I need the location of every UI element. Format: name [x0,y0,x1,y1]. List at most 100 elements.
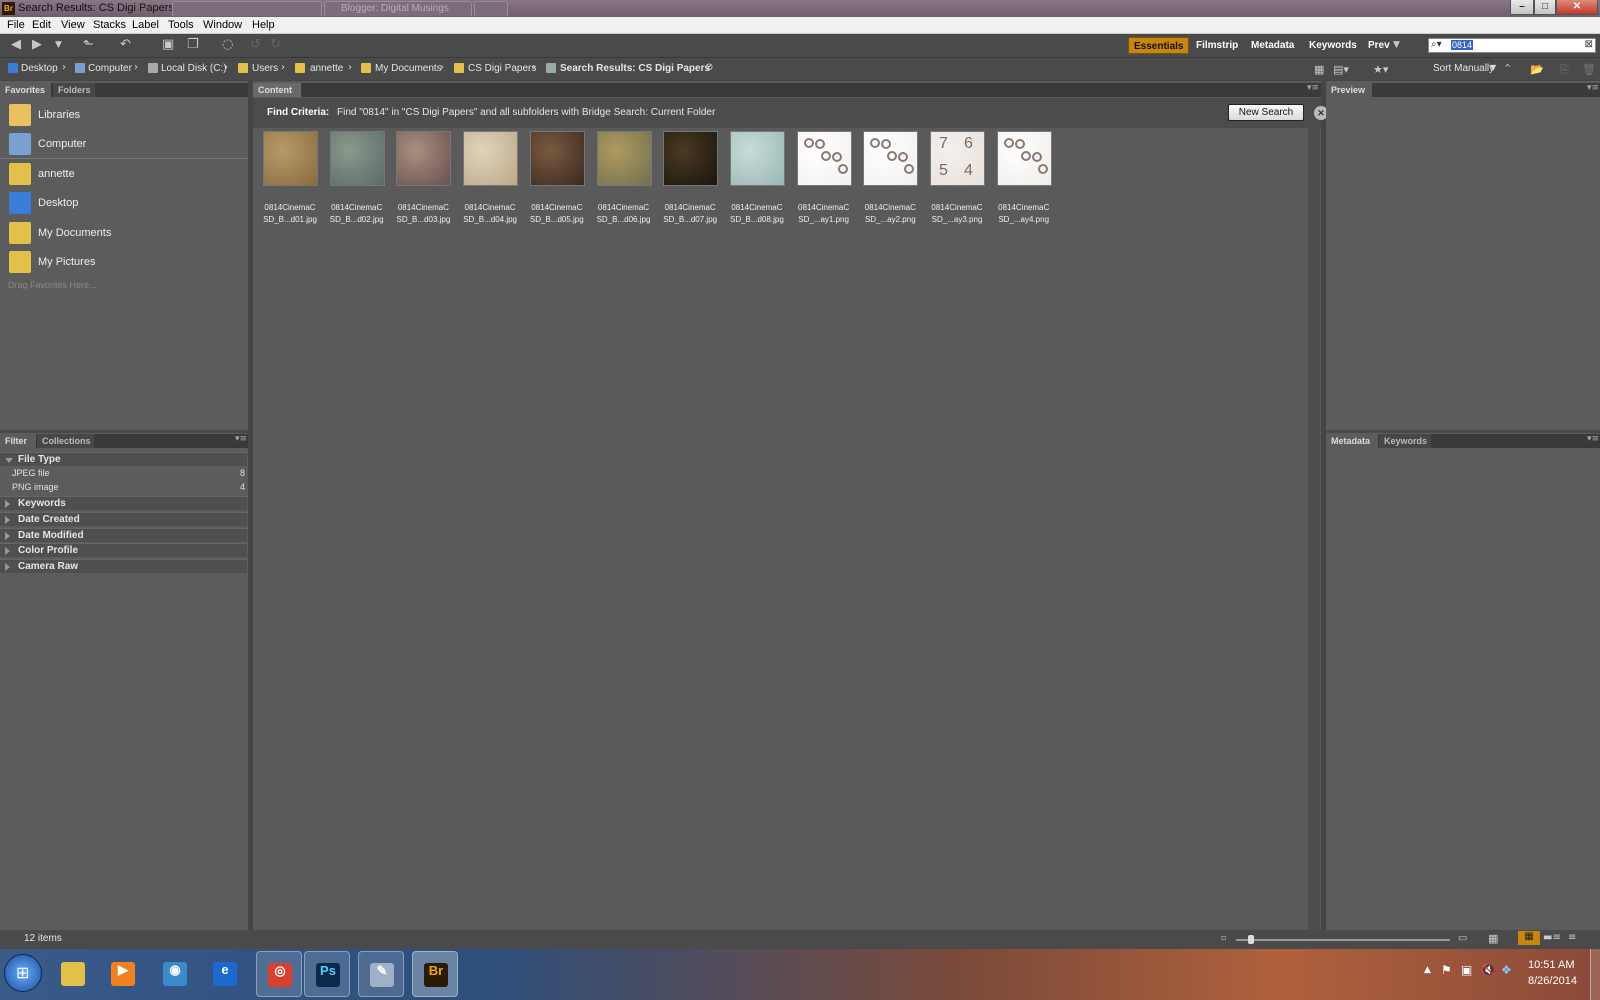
taskbar-browser-alt[interactable]: ◉ [152,951,198,997]
panel-splitter[interactable] [1326,430,1600,433]
cancel-search-icon[interactable]: ⊘ [705,62,713,73]
thumbnail[interactable] [796,131,852,186]
taskbar-chrome[interactable]: ◎ [256,951,302,997]
tab-preview[interactable]: Preview [1326,83,1372,97]
show-desktop-button[interactable] [1590,949,1600,1000]
favorite-item[interactable]: Libraries [0,101,247,130]
breadcrumb-separator-icon[interactable]: › [532,62,536,73]
thumbnail[interactable] [729,131,785,186]
filter-section[interactable]: Date Created [0,511,247,526]
breadcrumb-annette[interactable]: annette [310,63,343,74]
search-input[interactable]: ⌕▾ 0814 ⊠ [1428,38,1596,53]
thumbnail-view-icon[interactable]: ▦ [1518,931,1540,945]
tab-keywords[interactable]: Keywords [1379,434,1431,448]
taskbar-explorer[interactable] [50,951,96,997]
favorite-item[interactable]: Computer [0,130,247,159]
workspace-keywords[interactable]: Keywords [1304,37,1360,54]
thumbnail-quality-icon[interactable]: ▦ [1314,62,1324,78]
filter-section[interactable]: Color Profile [0,543,247,558]
refine-icon[interactable]: ❐ [187,37,199,53]
taskbar-media[interactable]: ▶ [100,951,146,997]
rotate-right-icon[interactable]: ↻ [270,37,281,53]
history-dropdown-icon[interactable]: ▼ [55,37,62,53]
tab-favorites[interactable]: Favorites [0,83,51,97]
lock-grid-icon[interactable]: ▦ [1488,932,1498,945]
breadcrumb-computer[interactable]: Computer [88,63,132,74]
rotate-left-icon[interactable]: ↺ [250,37,261,53]
new-folder-icon[interactable]: ⎘ [1560,62,1569,78]
tab-folders[interactable]: Folders [53,83,95,97]
panel-menu-icon[interactable]: ▾≡ [1587,83,1599,93]
star-filter-icon[interactable]: ★▾ [1373,62,1388,78]
back-arrow-icon[interactable]: ◀ [11,37,21,53]
tab-filter[interactable]: Filter [0,434,36,448]
go-parent-icon[interactable]: ⬑ [83,37,94,53]
breadcrumb-separator-icon[interactable]: › [224,62,228,73]
filter-section-file-type[interactable]: File Type [0,452,247,466]
clock-time[interactable]: 10:51 AM [1528,959,1574,971]
return-to-photoshop-icon[interactable]: ↶ [120,37,131,53]
taskbar-photoshop[interactable]: Ps [304,951,350,997]
clear-search-icon[interactable]: ⊠ [1585,39,1593,50]
breadcrumb-users[interactable]: Users [252,63,278,74]
thumbnail[interactable] [263,131,318,186]
breadcrumb-local-disk[interactable]: Local Disk (C:) [161,63,227,74]
workspace-essentials[interactable]: Essentials [1128,37,1189,54]
tab-metadata[interactable]: Metadata [1326,434,1378,448]
menu-tools[interactable]: Tools [168,19,194,31]
breadcrumb-separator-icon[interactable]: › [62,62,66,73]
workspace-filmstrip[interactable]: Filmstrip [1191,37,1245,54]
menu-file[interactable]: File [7,19,25,31]
view-options-icon[interactable]: ▤▾ [1333,62,1349,78]
background-tab-1[interactable] [172,1,322,16]
filter-section[interactable]: Keywords [0,496,247,510]
background-tab-3[interactable] [474,1,508,16]
close-window-button[interactable]: ✕ [1556,0,1598,15]
list-view-icon[interactable]: ≡ [1568,932,1576,943]
thumbnail[interactable] [863,131,919,186]
thumbnail[interactable] [329,131,385,186]
workspace-dropdown-icon[interactable]: ▼ [1393,37,1400,53]
start-button[interactable]: ⊞ [4,954,42,992]
thumbnail[interactable] [463,131,519,186]
open-in-camera-raw-icon[interactable]: ◌ [222,37,233,53]
filter-row-jpeg[interactable]: JPEG file 8 [0,467,247,481]
breadcrumb-my-documents[interactable]: My Documents [375,63,442,74]
taskbar-paint[interactable]: ✎ [358,951,404,997]
breadcrumb-separator-icon[interactable]: › [348,62,352,73]
breadcrumb-cs-digi-papers[interactable]: CS Digi Papers [468,63,536,74]
favorite-item[interactable]: My Pictures [0,248,247,277]
menu-label[interactable]: Label [132,19,159,31]
dropbox-icon[interactable]: ❖ [1501,963,1512,977]
clock-date[interactable]: 8/26/2014 [1528,975,1577,987]
volume-muted-icon[interactable]: 🔇 [1481,963,1496,977]
tab-content[interactable]: Content [253,83,301,97]
sort-dropdown[interactable]: Sort Manually [1433,63,1494,74]
get-photos-camera-icon[interactable]: ▣ [162,37,174,53]
thumbnail[interactable] [996,131,1052,186]
favorite-item[interactable]: Desktop [0,189,247,218]
forward-arrow-icon[interactable]: ▶ [32,37,42,53]
minimize-button[interactable]: – [1510,0,1534,15]
menu-help[interactable]: Help [252,19,275,31]
details-view-icon[interactable]: ▬≡ [1543,932,1561,943]
breadcrumb-separator-icon[interactable]: › [134,62,138,73]
menu-edit[interactable]: Edit [32,19,51,31]
maximize-button[interactable]: □ [1534,0,1556,15]
panel-splitter[interactable] [0,430,248,433]
filter-row-png[interactable]: PNG image 4 [0,481,247,495]
taskbar-ie[interactable]: e [202,951,248,997]
sort-ascending-icon[interactable]: ⌃ [1503,61,1512,77]
menu-stacks[interactable]: Stacks [93,19,126,31]
workspace-preview[interactable]: Prev [1363,37,1393,54]
filter-section[interactable]: Date Modified [0,527,247,542]
content-scrollbar[interactable] [1308,128,1320,934]
breadcrumb-separator-icon[interactable]: › [281,62,285,73]
favorite-item[interactable]: My Documents [0,219,247,248]
panel-menu-icon[interactable]: ▾≡ [1587,434,1599,444]
menu-view[interactable]: View [61,19,85,31]
thumbnail-size-slider[interactable] [1236,939,1450,941]
breadcrumb-desktop[interactable]: Desktop [21,63,58,74]
thumbnail[interactable]: 7654 [930,131,985,186]
thumbnail[interactable] [529,131,585,186]
